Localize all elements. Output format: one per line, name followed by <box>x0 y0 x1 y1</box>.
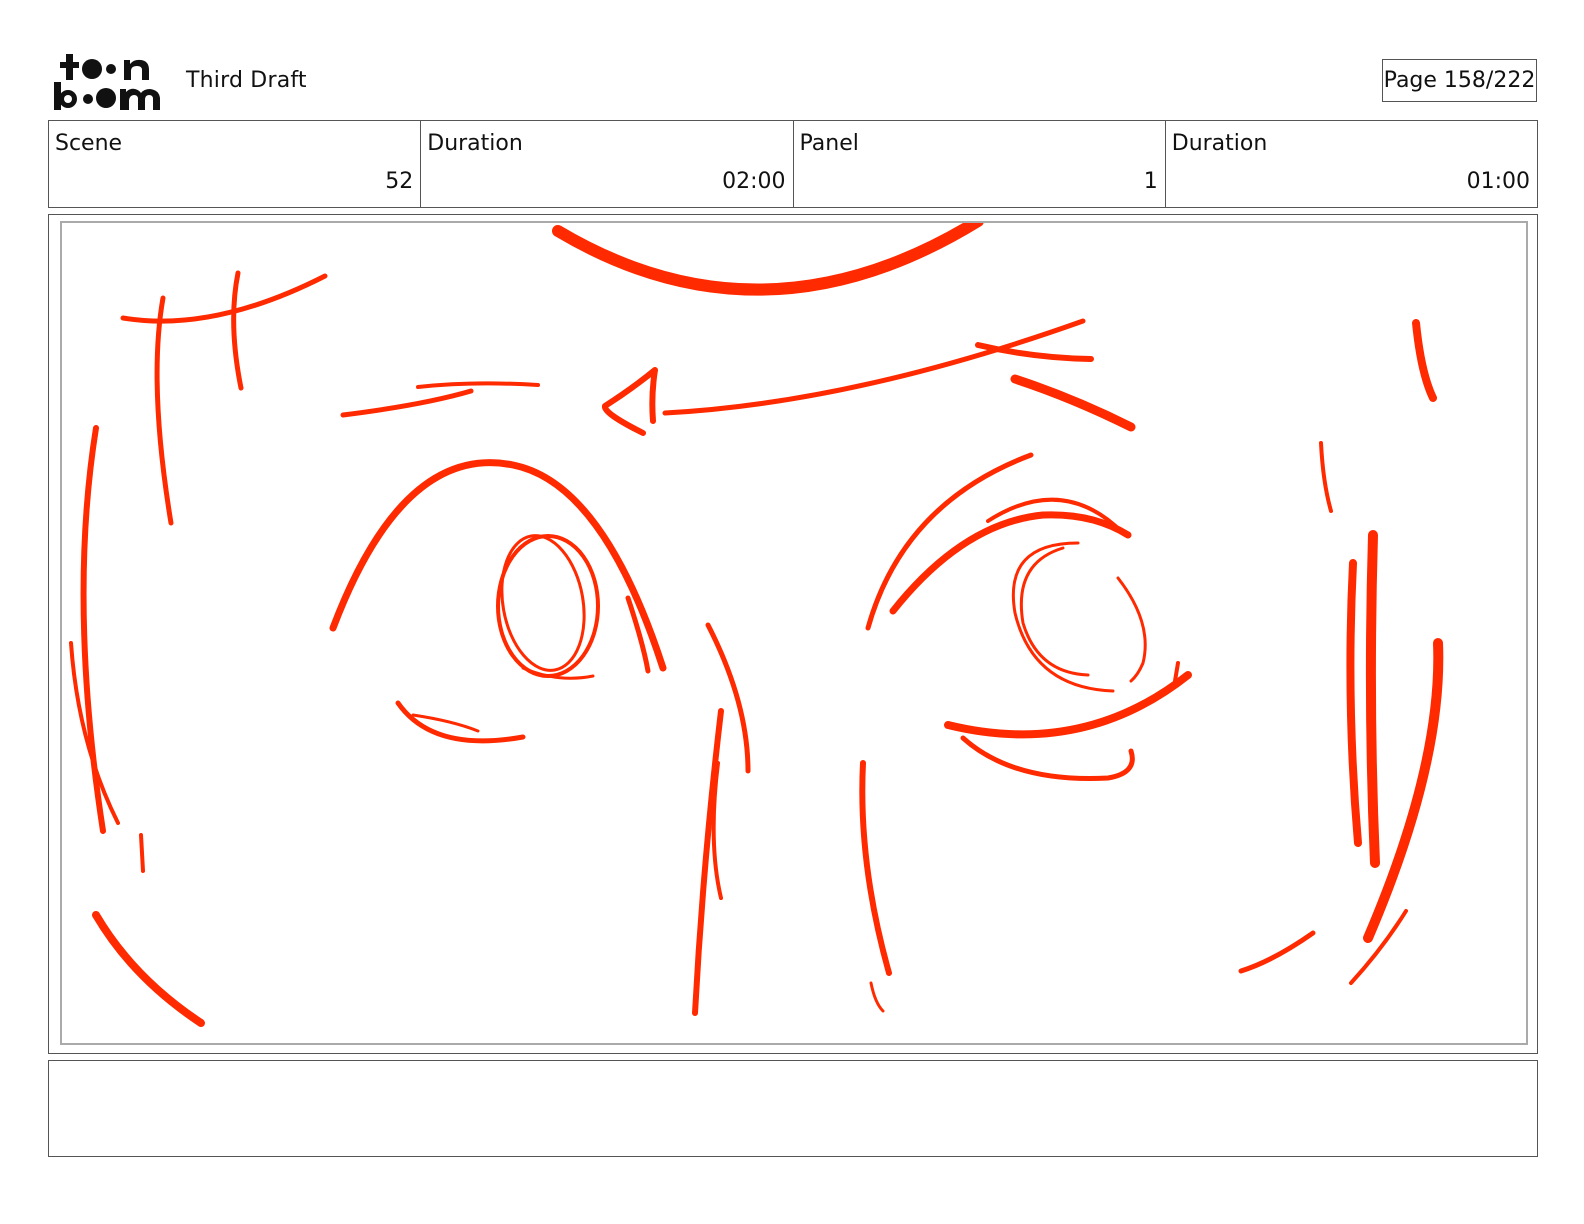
sketch-stroke <box>859 760 892 976</box>
sketch-stroke <box>120 273 328 324</box>
sketch-stroke <box>1019 546 1090 677</box>
panel-notes-box[interactable] <box>48 1060 1538 1157</box>
panel-duration-label: Duration <box>1171 131 1268 156</box>
scene-info-table: Scene 52 Duration 02:00 Panel 1 Duration… <box>48 120 1538 208</box>
sketch-stroke <box>395 700 526 744</box>
sketch-stroke <box>1412 319 1437 402</box>
sketch-stroke <box>865 452 1034 631</box>
sketch-stroke <box>1346 559 1362 847</box>
panel-frame <box>48 214 1538 1054</box>
scene-value: 52 <box>385 169 414 194</box>
sketch-stroke <box>662 318 1086 416</box>
scene-cell: Scene 52 <box>49 121 422 207</box>
sketch-stroke <box>416 381 540 389</box>
sketch-stroke <box>340 388 474 418</box>
sketch-stroke <box>80 425 106 834</box>
sketch-stroke <box>92 911 205 1027</box>
scene-duration-value: 02:00 <box>722 169 786 194</box>
sketch-stroke <box>1363 638 1444 943</box>
page-indicator: Page 158/222 <box>1382 59 1537 102</box>
sketch-stroke <box>69 641 120 825</box>
sketch-stroke <box>711 761 723 900</box>
sketch-drawing <box>69 223 1444 1027</box>
scene-duration-cell: Duration 02:00 <box>421 121 794 207</box>
sketch-stroke <box>329 459 667 672</box>
sketch-stroke <box>960 735 1135 781</box>
sketch-stroke <box>1116 576 1147 683</box>
panel-label: Panel <box>799 131 859 156</box>
sketch-stroke <box>1319 441 1333 513</box>
toonboom-logo <box>52 52 164 112</box>
toonboom-logo-graphic <box>54 54 160 110</box>
scene-label: Scene <box>55 131 123 156</box>
panel-duration-cell: Duration 01:00 <box>1166 121 1537 207</box>
draft-title: Third Draft <box>186 68 307 93</box>
sketch-stroke <box>602 367 658 436</box>
panel-image-area <box>60 221 1528 1045</box>
sketch-stroke <box>154 295 174 526</box>
sketch-stroke <box>552 223 984 296</box>
sketch-stroke <box>139 833 145 873</box>
sketch-stroke <box>1238 930 1316 974</box>
sketch-stroke <box>869 981 885 1013</box>
panel-duration-value: 01:00 <box>1466 169 1530 194</box>
page-label: Page 158/222 <box>1383 68 1536 93</box>
panel-cell: Panel 1 <box>794 121 1166 207</box>
sketch-stroke <box>889 511 1132 615</box>
sketch-stroke <box>944 671 1192 739</box>
sketch-stroke <box>1010 374 1136 432</box>
scene-duration-label: Duration <box>427 131 523 156</box>
sketch-stroke <box>1365 530 1380 868</box>
panel-value: 1 <box>1143 169 1158 194</box>
sketch-stroke <box>231 270 244 391</box>
